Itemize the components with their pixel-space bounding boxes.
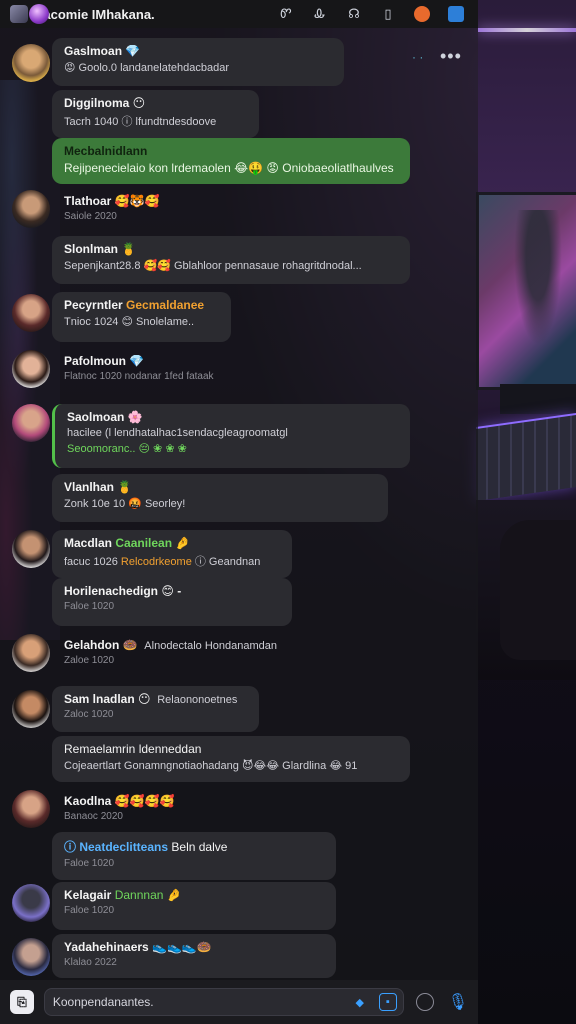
message-bubble[interactable]: Gelahdon 🍩 Alnodectalo Hondanamdan Zaloe… [52, 632, 302, 680]
sender-name: Kaodlna 🥰🥰🥰🥰 [64, 794, 175, 808]
settings-icon[interactable]: ☊ [342, 3, 366, 25]
inbox-icon[interactable] [444, 3, 468, 25]
message-bubble[interactable]: Pecyrntler Gecmaldanee Tnioc 1024 😊 Snol… [52, 292, 231, 342]
sender-name: Gaslmoan 💎 [64, 44, 141, 58]
avatar[interactable] [12, 634, 50, 672]
sender-name: Mecbalnidlann [64, 144, 148, 158]
message-bubble[interactable]: Diggilnoma 😶 Tacrh 1040 ⓘ lfundtndesdoov… [52, 90, 259, 138]
brush-icon[interactable]: Ꮫ [274, 3, 298, 25]
chat-panel: Dacomie IMhakana. Ꮫ Ꮂ ☊ ▯ · · ••• Gaslmo… [0, 0, 478, 1024]
message-bubble[interactable]: Saolmoan 🌸 hacilee (l lendhatalhac1senda… [52, 404, 410, 468]
sender-name: Vlanlhan 🍍 [64, 480, 133, 494]
sticker-icon[interactable]: ◆ [351, 993, 369, 1011]
message-bubble[interactable]: Sam lnadlan 😶 Relaononoetnes Zaloc 1020 [52, 686, 259, 732]
input-placeholder: Koonpendanantes. [52, 995, 154, 1009]
gif-icon[interactable]: ▪ [378, 993, 397, 1011]
sender-name: Sam lnadlan 😶 Relaononoetnes [64, 692, 238, 706]
sender-name: Saolmoan 🌸 [67, 410, 143, 424]
avatar[interactable] [12, 190, 50, 228]
title-bar: Dacomie IMhakana. Ꮫ Ꮂ ☊ ▯ [0, 0, 478, 28]
phone-icon[interactable]: ▯ [376, 3, 400, 25]
avatar[interactable] [12, 690, 50, 728]
message-text: Tacrh 1040 ⓘ lfundtndesdoove [64, 116, 217, 128]
message-time: Faloe 1020 [64, 905, 115, 916]
message-time: Zaloc 1020 [64, 709, 114, 720]
rgb-keyboard [476, 412, 576, 502]
avatar[interactable] [12, 530, 50, 568]
message-text: facuc 1026 Relcodrkeome ⓘ Geandnan [64, 556, 261, 568]
message-time: Saiole 2020 [64, 211, 117, 222]
sender-name: Kelagair Dannnan 🤌 [64, 888, 182, 902]
message-bubble[interactable]: Tlathoar 🥰🐯🥰 Saiole 2020 [52, 188, 202, 230]
message-bubble[interactable]: Macdlan Caanilean 🤌 facuc 1026 Relcodrke… [52, 530, 292, 578]
message-bubble[interactable]: Kaodlna 🥰🥰🥰🥰 Banaoc 2020 [52, 788, 252, 830]
message-text: Cojeaertlart Gonamngnotiaohadang 😈😂😂 Gla… [64, 760, 358, 772]
message-bubble[interactable]: Vlanlhan 🍍 Zonk 10e 10 🤬 Seorley! [52, 474, 388, 522]
sender-name: Remaelamrin ldenneddan [64, 742, 202, 756]
message-bubble[interactable]: Slonlman 🍍 Sepenjkant28.8 🥰🥰 Gblahloor p… [52, 236, 410, 284]
gaming-chair [500, 520, 576, 660]
avatar[interactable] [12, 790, 50, 828]
message-input[interactable]: Koonpendanantes. ◆ ▪ [43, 988, 404, 1016]
message-time: Flatnoc 1020 nodanar 1fed fataak [64, 371, 214, 382]
microphone-icon[interactable]: 🎙 [448, 992, 468, 1012]
message-bubble[interactable]: Kelagair Dannnan 🤌 Faloe 1020 [52, 882, 336, 930]
sender-name: Yadahehinaers 👟👟👟🍩 [64, 940, 212, 954]
sender-name: ⓘ Neatdeclitteans Beln dalve [64, 840, 228, 854]
message-bubble[interactable]: Yadahehinaers 👟👟👟🍩 Klalao 2022 [52, 934, 336, 978]
sender-name: Slonlman 🍍 [64, 242, 137, 256]
message-time: Faloe 1020 [64, 601, 115, 612]
attachment-icon[interactable]: ⎘ [10, 990, 34, 1014]
pin-icon[interactable]: · · [412, 50, 423, 64]
sender-name: Macdlan Caanilean 🤌 [64, 536, 191, 550]
profile-avatar[interactable] [20, 0, 58, 33]
avatar[interactable] [12, 938, 50, 976]
message-time: Faloe 1020 [64, 858, 115, 869]
message-time: Zaloe 1020 [64, 655, 115, 666]
message-bubble[interactable]: Gaslmoan 💎 😡 Goolo.0 landanelatehdacbada… [52, 38, 344, 86]
highlighted-message-bubble[interactable]: Mecbalnidlann Rejipenecielaio kon lrdema… [52, 138, 410, 184]
message-text: hacilee (l lendhatalhac1sendacgleagrooma… [67, 427, 288, 439]
message-bubble[interactable]: Horilenachedign 😊 - Faloe 1020 [52, 578, 292, 626]
sender-name: Pafolmoun 💎 [64, 354, 145, 368]
message-time: Banaoc 2020 [64, 811, 123, 822]
neon-light-strip [478, 28, 576, 32]
message-time: Klalao 2022 [64, 957, 117, 968]
avatar[interactable] [12, 404, 50, 442]
avatar[interactable] [12, 44, 50, 82]
avatar[interactable] [12, 350, 50, 388]
sender-name: Tlathoar 🥰🐯🥰 [64, 194, 160, 208]
avatar[interactable] [12, 884, 50, 922]
status-tag: Gecmaldanee [126, 298, 205, 312]
message-text: Rejipenecielaio kon lrdemaolen 😂🤑 😡 Onio… [64, 161, 394, 175]
sender-name: Horilenachedign 😊 - [64, 584, 182, 598]
sender-name: Diggilnoma 😶 [64, 96, 146, 110]
avatar[interactable] [12, 294, 50, 332]
message-bubble[interactable]: Remaelamrin ldenneddan Cojeaertlart Gona… [52, 736, 410, 782]
message-text: 😡 Goolo.0 landanelatehdacbadar [64, 62, 229, 74]
reaction-line: Seoomoranc.. 😔 ❀ ❀ ❀ [67, 443, 187, 455]
monitor-character-art [510, 210, 566, 360]
monitor-stand [500, 384, 576, 414]
more-options-icon[interactable]: ••• [440, 46, 462, 67]
refresh-icon[interactable]: Ꮂ [308, 3, 332, 25]
sender-name: Gelahdon 🍩 Alnodectalo Hondanamdan [64, 638, 278, 652]
message-bubble[interactable]: Pafolmoun 💎 Flatnoc 1020 nodanar 1fed fa… [52, 348, 252, 392]
message-composer: ⎘ Koonpendanantes. ◆ ▪ 🎙 [0, 980, 478, 1024]
message-bubble[interactable]: ⓘ Neatdeclitteans Beln dalve Faloe 1020 [52, 832, 336, 880]
message-text: Tnioc 1024 😊 Snolelame.. [64, 316, 195, 328]
message-text: Sepenjkant28.8 🥰🥰 Gblahloor pennasaue ro… [64, 260, 362, 272]
sender-name: Pecyrntler Gecmaldanee [64, 298, 205, 312]
emoji-icon[interactable] [415, 993, 434, 1011]
message-text: Zonk 10e 10 🤬 Seorley! [64, 498, 186, 510]
notification-icon[interactable] [410, 3, 434, 25]
